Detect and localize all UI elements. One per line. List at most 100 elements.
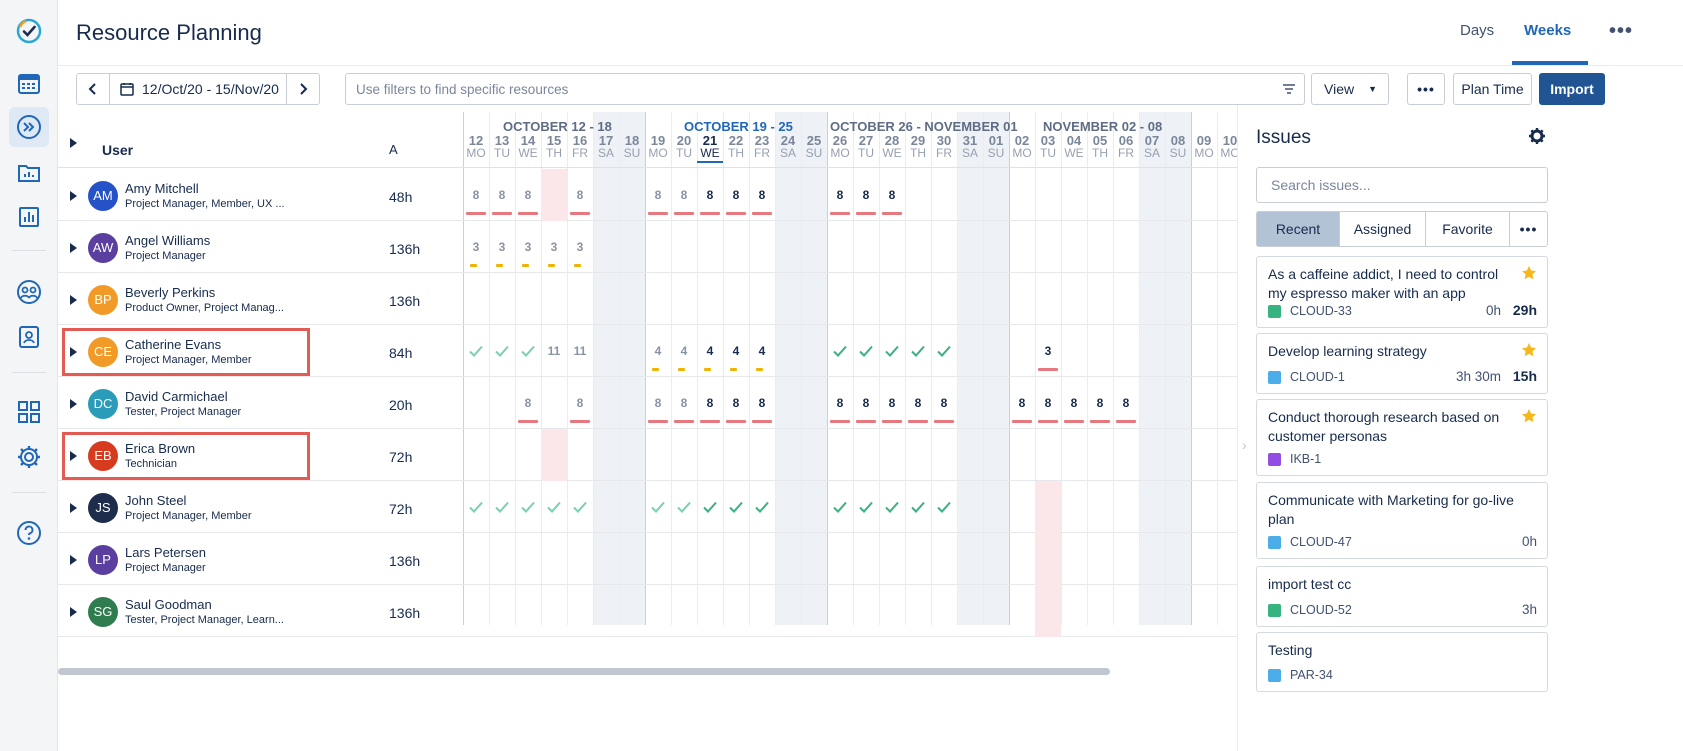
- day-header[interactable]: 16 FR: [567, 132, 593, 160]
- day-header[interactable]: 28 WE: [879, 132, 905, 160]
- user-row[interactable]: DC David Carmichael Tester, Project Manage…: [58, 377, 1328, 429]
- day-header[interactable]: 09 MO: [1191, 132, 1217, 160]
- issue-card[interactable]: As a caffeine addict, I need to control …: [1256, 256, 1548, 328]
- day-header[interactable]: 27 TU: [853, 132, 879, 160]
- allocation-cell[interactable]: [853, 325, 879, 377]
- allocation-cell[interactable]: 8: [697, 377, 723, 429]
- day-header[interactable]: 07 SA: [1139, 132, 1165, 160]
- allocation-cell[interactable]: [827, 325, 853, 377]
- user-row[interactable]: AW Angel Williams Project Manager 136h 3 3 3 3 3: [58, 221, 1328, 273]
- allocation-cell[interactable]: 8: [723, 169, 749, 221]
- previous-period-button[interactable]: [76, 73, 110, 105]
- allocation-cell[interactable]: 8: [567, 377, 593, 429]
- allocation-cell[interactable]: [489, 481, 515, 533]
- allocation-cell[interactable]: 4: [645, 325, 671, 377]
- user-name[interactable]: John Steel: [125, 493, 186, 508]
- user-row[interactable]: LP Lars Petersen Project Manager 136h: [58, 533, 1328, 585]
- allocation-cell[interactable]: 8: [853, 169, 879, 221]
- star-icon[interactable]: [1521, 265, 1537, 281]
- allocation-cell[interactable]: [463, 481, 489, 533]
- toolbar-more-button[interactable]: •••: [1407, 73, 1445, 105]
- star-icon[interactable]: [1521, 342, 1537, 358]
- allocation-cell[interactable]: 8: [827, 377, 853, 429]
- tab-favorite[interactable]: Favorite: [1426, 212, 1510, 246]
- day-header[interactable]: 15 TH: [541, 132, 567, 160]
- user-name[interactable]: David Carmichael: [125, 389, 228, 404]
- tab-assigned[interactable]: Assigned: [1340, 212, 1426, 246]
- allocation-cell[interactable]: 8: [1113, 377, 1139, 429]
- issue-key[interactable]: IKB-1: [1290, 452, 1321, 466]
- allocation-cell[interactable]: [905, 481, 931, 533]
- user-name[interactable]: Angel Williams: [125, 233, 210, 248]
- allocation-cell[interactable]: [853, 481, 879, 533]
- allocation-cell[interactable]: 4: [749, 325, 775, 377]
- allocation-cell[interactable]: [697, 481, 723, 533]
- app-logo-icon[interactable]: [9, 11, 49, 51]
- day-header[interactable]: 01 SU: [983, 132, 1009, 160]
- more-options-icon[interactable]: •••: [1606, 16, 1636, 46]
- reports-icon[interactable]: [9, 197, 49, 237]
- allocation-cell[interactable]: 8: [827, 169, 853, 221]
- day-header[interactable]: 25 SU: [801, 132, 827, 160]
- allocation-cell[interactable]: 8: [489, 169, 515, 221]
- allocation-cell[interactable]: 8: [749, 169, 775, 221]
- day-header[interactable]: 08 SU: [1165, 132, 1191, 160]
- next-period-button[interactable]: [286, 73, 320, 105]
- allocation-cell[interactable]: 8: [749, 377, 775, 429]
- view-dropdown[interactable]: View ▼: [1311, 73, 1389, 105]
- folder-chart-icon[interactable]: [9, 152, 49, 192]
- expand-row-icon[interactable]: [66, 553, 80, 567]
- day-header[interactable]: 14 WE: [515, 132, 541, 160]
- allocation-cell[interactable]: 4: [723, 325, 749, 377]
- issue-card[interactable]: Testing PAR-34: [1256, 632, 1548, 692]
- allocation-cell[interactable]: 3: [463, 221, 489, 273]
- user-row[interactable]: SG Saul Goodman Tester, Project Manager, L…: [58, 585, 1328, 637]
- allocation-cell[interactable]: 3: [1035, 325, 1061, 377]
- allocation-cell[interactable]: 8: [853, 377, 879, 429]
- user-row[interactable]: AM Amy Mitchell Project Manager, Member, U…: [58, 169, 1328, 221]
- allocation-cell[interactable]: [749, 481, 775, 533]
- allocation-cell[interactable]: 8: [931, 377, 957, 429]
- allocation-cell[interactable]: 3: [567, 221, 593, 273]
- issue-card[interactable]: Conduct thorough research based on custo…: [1256, 399, 1548, 476]
- allocation-cell[interactable]: 8: [515, 169, 541, 221]
- user-row[interactable]: CE Catherine Evans Project Manager, Member…: [58, 325, 1328, 377]
- allocation-cell[interactable]: [515, 481, 541, 533]
- import-button[interactable]: Import: [1539, 73, 1605, 105]
- allocation-cell[interactable]: 3: [515, 221, 541, 273]
- allocation-cell[interactable]: 8: [515, 377, 541, 429]
- day-header[interactable]: 05 TH: [1087, 132, 1113, 160]
- user-row[interactable]: EB Erica Brown Technician 72h: [58, 429, 1328, 481]
- issues-search-input[interactable]: Search issues...: [1256, 167, 1548, 203]
- allocation-cell[interactable]: [723, 481, 749, 533]
- day-header[interactable]: 17 SA: [593, 132, 619, 160]
- settings-gear-icon[interactable]: [9, 437, 49, 477]
- expand-row-icon[interactable]: [66, 241, 80, 255]
- day-header[interactable]: 02 MO: [1009, 132, 1035, 160]
- resource-planning-icon[interactable]: [9, 107, 49, 147]
- allocation-cell[interactable]: 4: [697, 325, 723, 377]
- date-range-picker[interactable]: 12/Oct/20 - 15/Nov/20: [109, 73, 287, 105]
- allocation-cell[interactable]: 3: [489, 221, 515, 273]
- issues-settings-gear-icon[interactable]: [1528, 127, 1546, 145]
- issue-key[interactable]: CLOUD-52: [1290, 603, 1352, 617]
- day-header[interactable]: 18 SU: [619, 132, 645, 160]
- day-header[interactable]: 31 SA: [957, 132, 983, 160]
- allocation-cell[interactable]: 8: [567, 169, 593, 221]
- day-header[interactable]: 24 SA: [775, 132, 801, 160]
- tab-days[interactable]: Days: [1460, 22, 1494, 39]
- allocation-cell[interactable]: [931, 325, 957, 377]
- allocation-cell[interactable]: 8: [1035, 377, 1061, 429]
- expand-row-icon[interactable]: [66, 605, 80, 619]
- allocation-cell[interactable]: [515, 325, 541, 377]
- issue-key[interactable]: PAR-34: [1290, 668, 1333, 682]
- allocation-cell[interactable]: [827, 481, 853, 533]
- allocation-cell[interactable]: 8: [905, 377, 931, 429]
- day-header[interactable]: 03 TU: [1035, 132, 1061, 160]
- day-header[interactable]: 19 MO: [645, 132, 671, 160]
- day-header[interactable]: 06 FR: [1113, 132, 1139, 160]
- expand-row-icon[interactable]: [66, 189, 80, 203]
- user-name[interactable]: Lars Petersen: [125, 545, 206, 560]
- allocation-cell[interactable]: [489, 325, 515, 377]
- expand-row-icon[interactable]: [66, 501, 80, 515]
